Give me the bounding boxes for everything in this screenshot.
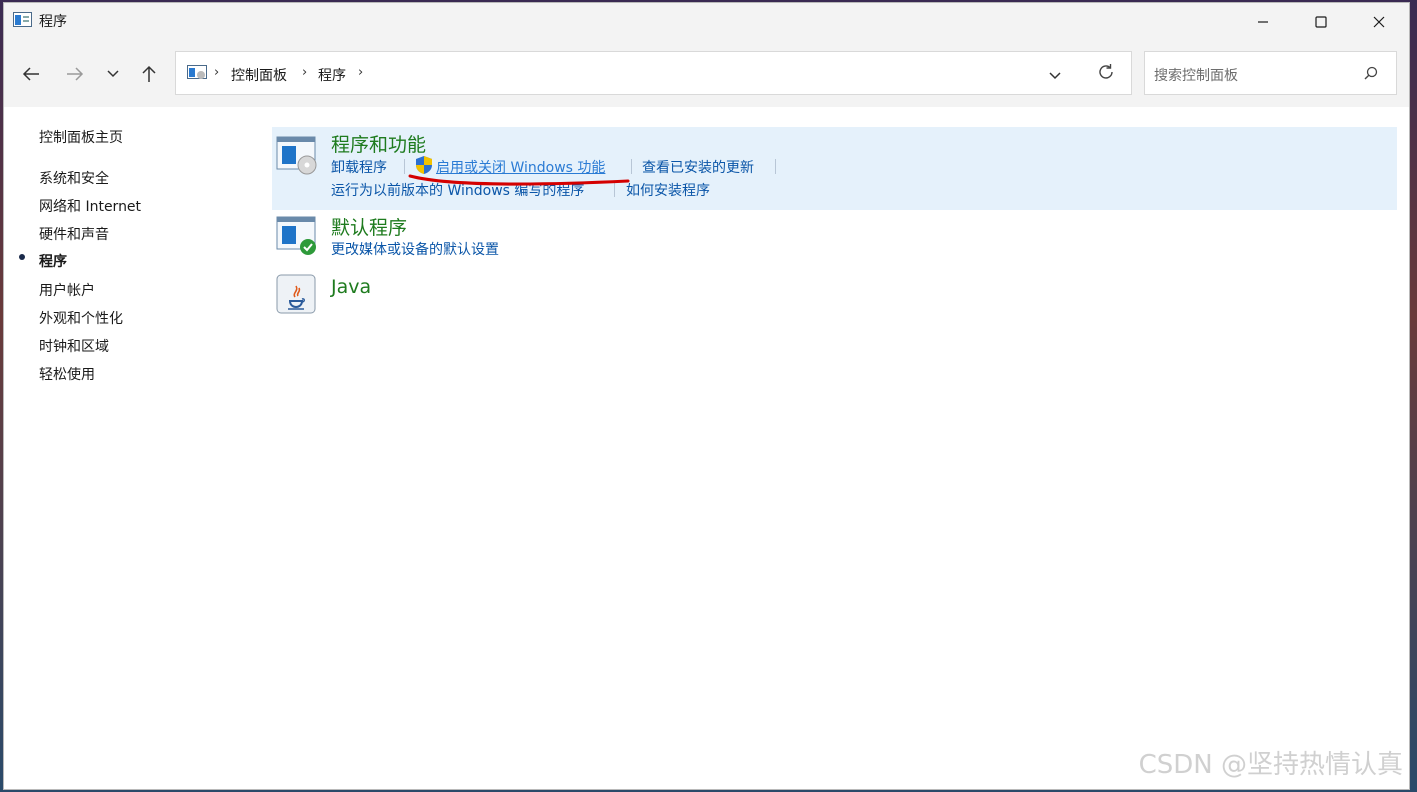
maximize-button[interactable] — [1292, 3, 1350, 41]
control-panel-window: 程序 › 控制面板 › 程序 › 搜索控制面板 控制面板主页 系统和安全 网络和… — [3, 2, 1410, 790]
link-installed-updates[interactable]: 查看已安装的更新 — [642, 157, 754, 177]
watermark-text: CSDN @坚持热情认真 — [1138, 750, 1403, 780]
up-button[interactable] — [134, 59, 164, 89]
refresh-button[interactable] — [1097, 63, 1115, 85]
back-button[interactable] — [16, 59, 46, 89]
section-title-default-programs[interactable]: 默认程序 — [331, 213, 407, 240]
breadcrumb-separator: › — [214, 65, 220, 80]
close-button[interactable] — [1350, 3, 1408, 41]
control-panel-icon — [13, 12, 32, 27]
forward-arrow-icon — [67, 67, 84, 81]
nav-control-panel-home[interactable]: 控制面板主页 — [39, 127, 123, 147]
link-uninstall-program[interactable]: 卸载程序 — [331, 157, 387, 177]
nav-appearance[interactable]: 外观和个性化 — [39, 308, 123, 328]
back-arrow-icon — [22, 67, 39, 81]
red-underline-annotation — [408, 174, 630, 186]
window-title: 程序 — [39, 14, 67, 30]
link-how-to-install[interactable]: 如何安装程序 — [626, 180, 710, 200]
breadcrumb-separator: › — [358, 65, 364, 80]
recent-locations-button[interactable] — [98, 59, 128, 89]
breadcrumb-separator: › — [302, 65, 308, 80]
nav-hardware-sound[interactable]: 硬件和声音 — [39, 224, 109, 244]
breadcrumb-control-panel[interactable]: 控制面板 — [231, 65, 287, 85]
search-icon[interactable] — [1364, 66, 1378, 80]
link-media-device-defaults[interactable]: 更改媒体或设备的默认设置 — [331, 239, 499, 259]
chevron-down-icon — [1049, 72, 1061, 80]
refresh-icon — [1099, 64, 1113, 79]
nav-clock-region[interactable]: 时钟和区域 — [39, 336, 109, 356]
current-item-bullet — [19, 254, 25, 260]
nav-user-accounts[interactable]: 用户帐户 — [39, 280, 95, 300]
default-programs-icon[interactable] — [276, 216, 318, 256]
java-icon[interactable] — [276, 274, 318, 314]
close-icon — [1373, 16, 1385, 28]
search-input[interactable]: 搜索控制面板 — [1154, 65, 1238, 85]
search-box[interactable]: 搜索控制面板 — [1144, 51, 1397, 95]
up-arrow-icon — [142, 65, 156, 82]
nav-network-internet[interactable]: 网络和 Internet — [39, 196, 141, 216]
programs-features-icon[interactable] — [276, 136, 318, 176]
section-title-programs-features[interactable]: 程序和功能 — [331, 130, 426, 157]
breadcrumb-programs[interactable]: 程序 — [318, 65, 346, 85]
section-title-java[interactable]: Java — [331, 276, 371, 298]
title-bar: 程序 — [4, 3, 1409, 41]
minimize-button[interactable] — [1234, 3, 1292, 41]
nav-system-security[interactable]: 系统和安全 — [39, 168, 109, 188]
forward-button[interactable] — [60, 59, 90, 89]
control-panel-icon — [187, 65, 207, 79]
nav-programs[interactable]: 程序 — [39, 251, 67, 271]
navigation-bar: › 控制面板 › 程序 › 搜索控制面板 — [4, 41, 1409, 107]
link-separator — [775, 159, 776, 174]
address-bar[interactable]: › 控制面板 › 程序 › — [175, 51, 1132, 95]
minimize-icon — [1258, 21, 1268, 23]
address-history-button[interactable] — [1048, 66, 1062, 85]
maximize-icon — [1315, 16, 1327, 28]
chevron-down-icon — [107, 70, 119, 78]
nav-ease-of-access[interactable]: 轻松使用 — [39, 364, 95, 384]
